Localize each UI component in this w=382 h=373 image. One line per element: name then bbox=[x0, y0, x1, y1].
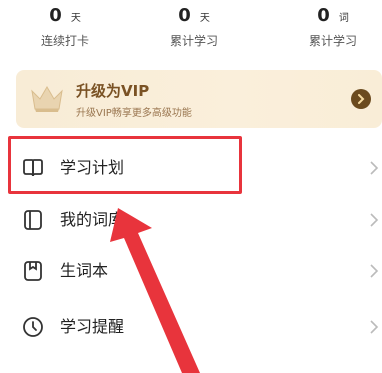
stat-value: 0 bbox=[178, 5, 191, 26]
vip-title: 升级为VIP bbox=[76, 82, 150, 100]
bookmark-icon bbox=[24, 261, 42, 281]
profile-page: 0 天 连续打卡 0 天 累计学习 0 词 累计学习 升级为VIP 升级VIP畅 bbox=[0, 0, 382, 373]
book-icon bbox=[24, 210, 42, 230]
stat-label: 累计学习 bbox=[308, 34, 357, 48]
highlight-box bbox=[8, 136, 242, 194]
stat-value: 0 bbox=[317, 5, 330, 26]
chevron-right-icon bbox=[370, 213, 379, 227]
chevron-right-icon bbox=[358, 94, 365, 104]
stat-unit: 词 bbox=[338, 13, 349, 24]
stat-study-words[interactable]: 0 词 累计学习 bbox=[278, 6, 382, 49]
annotation-arrow-icon bbox=[110, 208, 200, 373]
stat-study-days[interactable]: 0 天 累计学习 bbox=[139, 6, 249, 49]
chevron-right-icon bbox=[370, 264, 379, 278]
stat-value: 0 bbox=[49, 5, 62, 26]
vip-banner[interactable]: 升级为VIP 升级VIP畅享更多高级功能 bbox=[16, 70, 382, 128]
stat-checkin-days[interactable]: 0 天 连续打卡 bbox=[10, 6, 120, 49]
chevron-right-icon bbox=[370, 161, 379, 175]
chevron-right-icon bbox=[370, 320, 379, 334]
stats-row: 0 天 连续打卡 0 天 累计学习 0 词 累计学习 bbox=[0, 0, 382, 58]
stat-unit: 天 bbox=[70, 13, 81, 24]
clock-icon bbox=[23, 317, 43, 337]
crown-icon bbox=[31, 86, 63, 112]
stat-label: 连续打卡 bbox=[40, 34, 89, 48]
stat-label: 累计学习 bbox=[169, 34, 218, 48]
stat-unit: 天 bbox=[199, 13, 210, 24]
vip-go-button[interactable] bbox=[351, 89, 371, 109]
vip-subtitle: 升级VIP畅享更多高级功能 bbox=[76, 108, 192, 119]
